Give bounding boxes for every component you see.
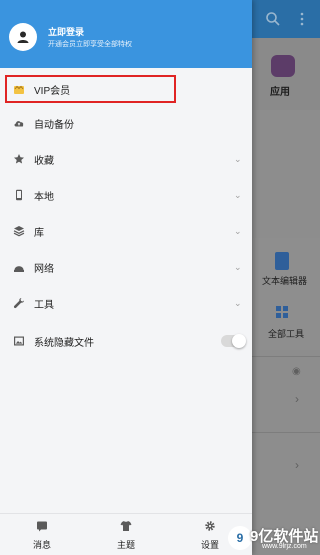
menu-label-local: 本地 — [34, 191, 54, 203]
messages-button[interactable]: 消息 — [17, 520, 67, 551]
toggle-knob — [232, 334, 246, 348]
theme-button[interactable]: 主题 — [101, 520, 151, 551]
watermark-url: www.9lrjz.com — [262, 543, 307, 550]
more-icon[interactable] — [299, 11, 305, 27]
grid-icon[interactable] — [275, 305, 289, 319]
menu-item-tools[interactable]: 工具 ⌄ — [0, 285, 252, 321]
drawer-header[interactable]: 立即登录 开通会员立即享受全部特权 — [0, 0, 252, 68]
message-icon — [37, 521, 47, 532]
wrench-icon — [13, 297, 25, 309]
menu-label-tools: 工具 — [34, 299, 54, 311]
apps-label[interactable]: 应用 — [270, 83, 290, 98]
menu-item-local[interactable]: 本地 ⌄ — [0, 177, 252, 213]
menu-label-network: 网络 — [34, 263, 54, 275]
user-icon — [17, 31, 29, 43]
chevron-down-icon[interactable]: ⌄ — [234, 298, 242, 309]
menu-item-hidden-files[interactable]: 系统隐藏文件 — [0, 323, 252, 359]
document-icon[interactable] — [275, 252, 289, 270]
navigation-drawer: 立即登录 开通会员立即享受全部特权 VIP会员 自动备份 收藏 ⌄ 本地 ⌄ 库… — [0, 0, 252, 555]
menu-label-library: 库 — [34, 227, 44, 239]
login-subtitle: 开通会员立即享受全部特权 — [48, 41, 132, 48]
search-icon[interactable] — [265, 11, 281, 27]
chevron-right-icon[interactable]: › — [295, 392, 299, 406]
menu-item-library[interactable]: 库 ⌄ — [0, 213, 252, 249]
chevron-down-icon[interactable]: ⌄ — [234, 190, 242, 201]
image-icon — [13, 335, 25, 347]
eye-icon[interactable]: ◉ — [292, 366, 301, 377]
menu-label-vip: VIP会员 — [34, 85, 71, 97]
menu-item-vip[interactable]: VIP会员 — [0, 71, 252, 107]
menu-label-hidden-files: 系统隐藏文件 — [34, 337, 94, 349]
menu-item-network[interactable]: 网络 ⌄ — [0, 249, 252, 285]
cloud-upload-icon — [13, 117, 25, 129]
drawer-bottom-bar: 消息 主题 设置 — [0, 513, 252, 555]
menu-label-auto-backup: 自动备份 — [34, 119, 74, 131]
stack-icon — [13, 225, 25, 237]
chevron-right-icon[interactable]: › — [295, 458, 299, 472]
tshirt-icon — [120, 521, 132, 531]
chevron-down-icon[interactable]: ⌄ — [234, 262, 242, 273]
text-editor-label[interactable]: 文本编辑器 — [262, 274, 307, 287]
hidden-files-toggle[interactable] — [221, 334, 246, 348]
phone-icon — [13, 189, 25, 201]
gear-icon — [205, 521, 215, 531]
watermark: 9 9亿软件站 www.9lrjz.com — [228, 524, 320, 555]
divider — [252, 432, 320, 433]
vip-crown-icon — [13, 83, 25, 95]
menu-label-favorites: 收藏 — [34, 155, 54, 167]
all-tools-label[interactable]: 全部工具 — [268, 327, 304, 340]
network-icon — [13, 261, 25, 273]
watermark-logo: 9 — [228, 526, 252, 550]
theme-label: 主题 — [116, 540, 135, 550]
menu-item-auto-backup[interactable]: 自动备份 — [0, 105, 252, 141]
messages-label: 消息 — [32, 540, 51, 550]
android-icon[interactable] — [271, 55, 295, 77]
chevron-down-icon[interactable]: ⌄ — [234, 226, 242, 237]
login-title[interactable]: 立即登录 — [48, 25, 84, 38]
avatar[interactable] — [9, 23, 37, 51]
menu-item-favorites[interactable]: 收藏 ⌄ — [0, 141, 252, 177]
star-icon — [13, 153, 25, 165]
divider — [252, 356, 320, 357]
chevron-down-icon[interactable]: ⌄ — [234, 154, 242, 165]
